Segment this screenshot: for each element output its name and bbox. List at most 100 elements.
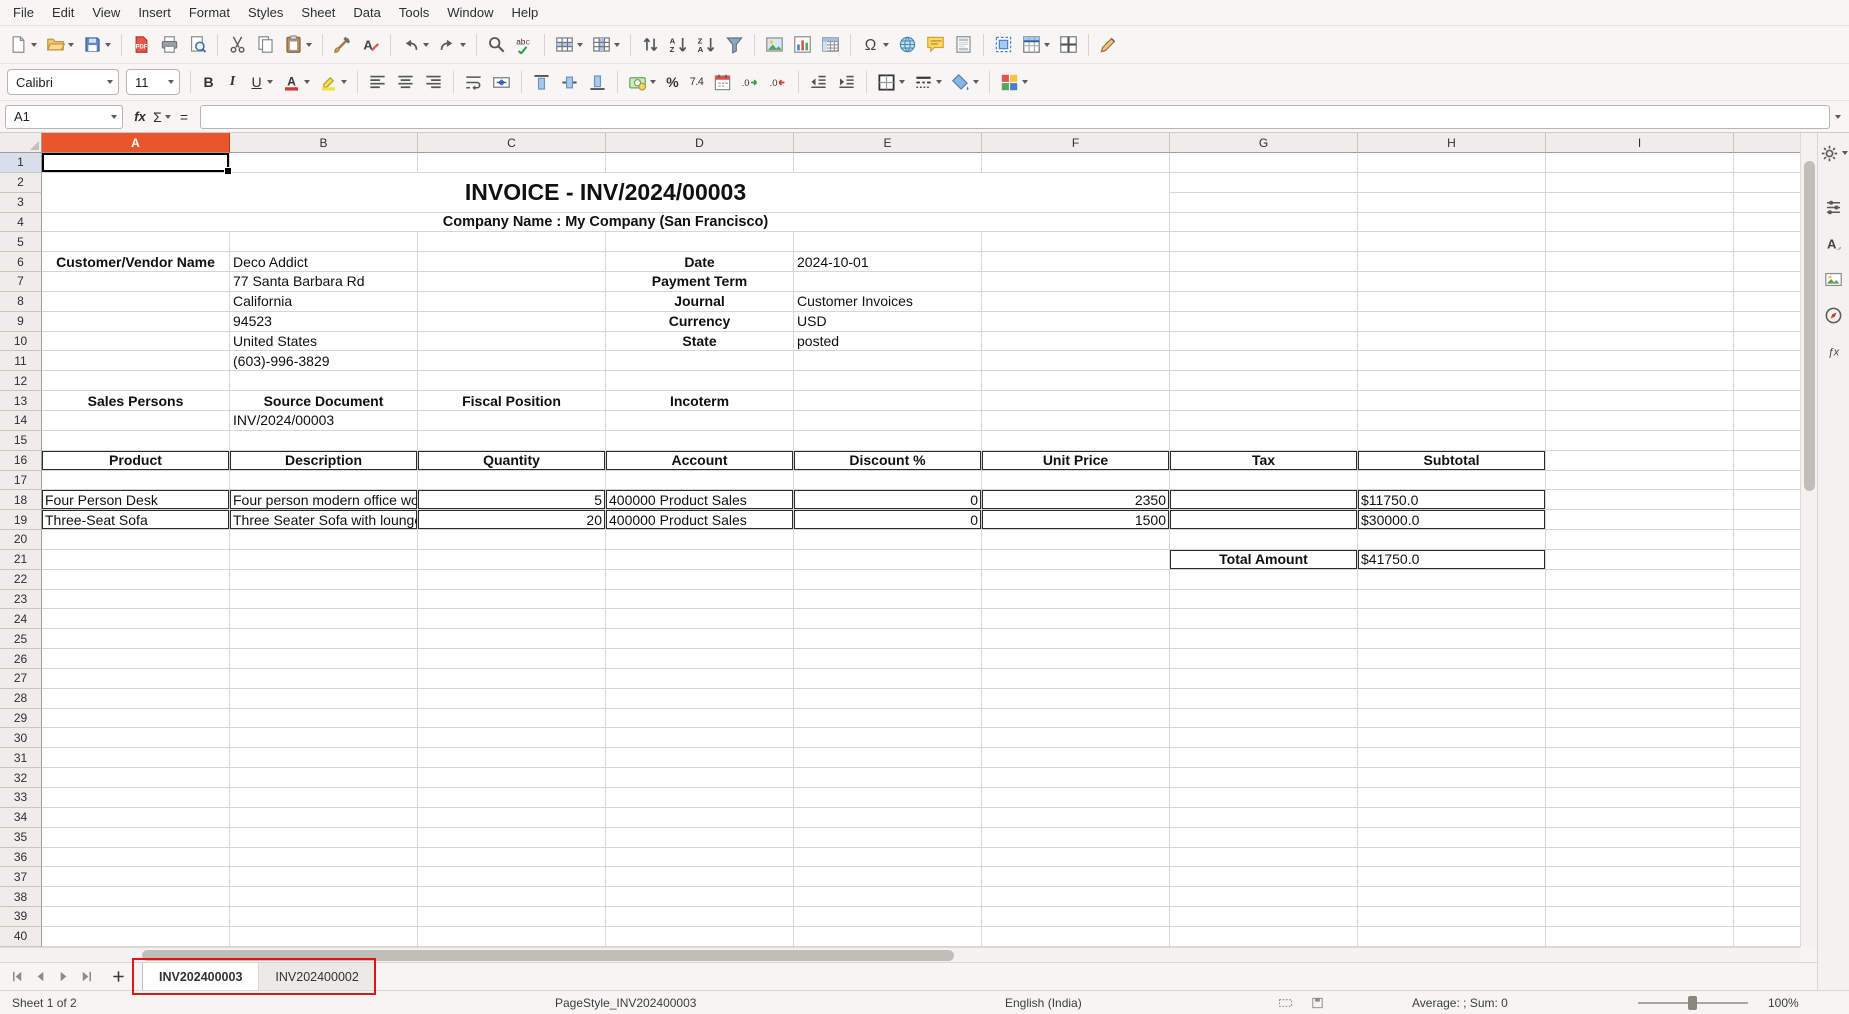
cell-h40[interactable]: [1358, 927, 1546, 947]
split-window-button[interactable]: [1055, 30, 1082, 60]
zoom-slider[interactable]: [1638, 995, 1748, 1011]
cell-f33[interactable]: [982, 788, 1170, 808]
row-header-36[interactable]: 36: [0, 848, 42, 868]
cell-f39[interactable]: [982, 907, 1170, 927]
cell-a4[interactable]: Company Name : My Company (San Francisco…: [42, 213, 1170, 233]
cell-h11[interactable]: [1358, 351, 1546, 371]
cell-e13[interactable]: [794, 391, 982, 411]
cell-b34[interactable]: [230, 808, 418, 828]
cell-i20[interactable]: [1546, 530, 1734, 550]
cell-d21[interactable]: [606, 550, 794, 570]
cell-e18[interactable]: 0: [794, 490, 982, 510]
cell-f5[interactable]: [982, 232, 1170, 252]
cell-c5[interactable]: [418, 232, 606, 252]
sort-ascending-button[interactable]: AZ: [665, 30, 692, 60]
cell-c31[interactable]: [418, 748, 606, 768]
cell-d22[interactable]: [606, 570, 794, 590]
cell-d23[interactable]: [606, 590, 794, 610]
cell-j16[interactable]: [1734, 451, 1800, 471]
cell-f14[interactable]: [982, 411, 1170, 431]
vertical-scrollbar-thumb[interactable]: [1804, 161, 1815, 491]
cell-f9[interactable]: [982, 312, 1170, 332]
cell-d24[interactable]: [606, 609, 794, 629]
clear-formatting-button[interactable]: A: [357, 30, 384, 60]
cell-b19[interactable]: Three Seater Sofa with lounger: [230, 510, 418, 530]
format-currency-button[interactable]: [624, 67, 660, 97]
cell-a36[interactable]: [42, 848, 230, 868]
cell-b22[interactable]: [230, 570, 418, 590]
cell-d26[interactable]: [606, 649, 794, 669]
cell-e32[interactable]: [794, 768, 982, 788]
cell-c40[interactable]: [418, 927, 606, 947]
cell-j15[interactable]: [1734, 431, 1800, 451]
cell-c32[interactable]: [418, 768, 606, 788]
cell-c21[interactable]: [418, 550, 606, 570]
cell-d12[interactable]: [606, 371, 794, 391]
cell-i26[interactable]: [1546, 649, 1734, 669]
cell-f18[interactable]: 2350: [982, 490, 1170, 510]
highlighting-color-button-dropdown-arrow[interactable]: [341, 80, 347, 84]
cell-d34[interactable]: [606, 808, 794, 828]
sort-descending-button[interactable]: ZA: [693, 30, 720, 60]
cell-d31[interactable]: [606, 748, 794, 768]
cell-c17[interactable]: [418, 471, 606, 491]
cell-c18[interactable]: 5: [418, 490, 606, 510]
cell-d29[interactable]: [606, 709, 794, 729]
cut-button[interactable]: [224, 30, 251, 60]
sidebar-styles-tab[interactable]: A: [1820, 229, 1848, 257]
cell-b31[interactable]: [230, 748, 418, 768]
cell-h12[interactable]: [1358, 371, 1546, 391]
cell-e12[interactable]: [794, 371, 982, 391]
cell-d11[interactable]: [606, 351, 794, 371]
cell-f38[interactable]: [982, 887, 1170, 907]
formula-button[interactable]: =: [173, 107, 195, 127]
cell-i37[interactable]: [1546, 867, 1734, 887]
expand-formula-bar-arrow[interactable]: [1835, 115, 1841, 119]
cell-a5[interactable]: [42, 232, 230, 252]
cell-g7[interactable]: [1170, 272, 1358, 292]
cell-b37[interactable]: [230, 867, 418, 887]
cell-i19[interactable]: [1546, 510, 1734, 530]
cell-b38[interactable]: [230, 887, 418, 907]
cell-h10[interactable]: [1358, 332, 1546, 352]
cell-c16[interactable]: Quantity: [418, 451, 606, 471]
row-header-14[interactable]: 14: [0, 411, 42, 431]
sort-button[interactable]: [637, 30, 664, 60]
cell-g30[interactable]: [1170, 728, 1358, 748]
cell-a20[interactable]: [42, 530, 230, 550]
menu-insert[interactable]: Insert: [129, 2, 180, 23]
cell-g14[interactable]: [1170, 411, 1358, 431]
cell-f26[interactable]: [982, 649, 1170, 669]
cell-b27[interactable]: [230, 669, 418, 689]
cell-b12[interactable]: [230, 371, 418, 391]
cell-d10[interactable]: State: [606, 332, 794, 352]
border-style-button-dropdown-arrow[interactable]: [936, 80, 942, 84]
cell-b11[interactable]: (603)-996-3829: [230, 351, 418, 371]
cell-e38[interactable]: [794, 887, 982, 907]
cell-h16[interactable]: Subtotal: [1358, 451, 1546, 471]
redo-button[interactable]: [434, 30, 470, 60]
font-name-combo-dropdown-arrow[interactable]: [107, 80, 113, 84]
cell-b28[interactable]: [230, 689, 418, 709]
cell-a12[interactable]: [42, 371, 230, 391]
sidebar-gallery-tab[interactable]: [1820, 265, 1848, 293]
cell-g18[interactable]: [1170, 490, 1358, 510]
cell-a33[interactable]: [42, 788, 230, 808]
cell-e31[interactable]: [794, 748, 982, 768]
merge-cells-button[interactable]: [488, 67, 515, 97]
select-function-button-dropdown-arrow[interactable]: [165, 115, 171, 119]
menu-edit[interactable]: Edit: [43, 2, 83, 23]
align-left-button[interactable]: [364, 67, 391, 97]
cell-d39[interactable]: [606, 907, 794, 927]
column-header-b[interactable]: B: [230, 133, 418, 153]
cell-g15[interactable]: [1170, 431, 1358, 451]
cell-g10[interactable]: [1170, 332, 1358, 352]
cell-c13[interactable]: Fiscal Position: [418, 391, 606, 411]
open-button[interactable]: [42, 30, 78, 60]
cell-i7[interactable]: [1546, 272, 1734, 292]
row-header-35[interactable]: 35: [0, 828, 42, 848]
underline-button-dropdown-arrow[interactable]: [267, 80, 273, 84]
cell-e26[interactable]: [794, 649, 982, 669]
cell-j11[interactable]: [1734, 351, 1800, 371]
cell-a34[interactable]: [42, 808, 230, 828]
